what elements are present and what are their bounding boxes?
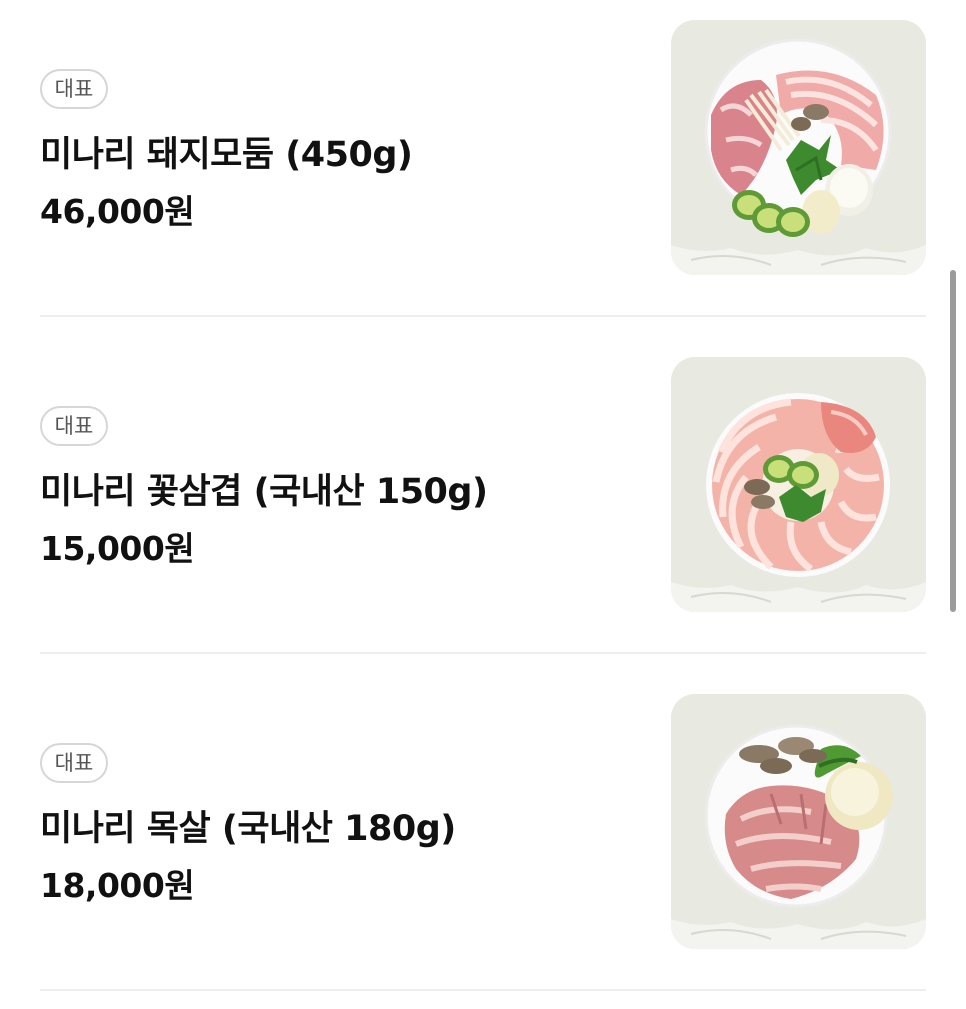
representative-badge: 대표	[40, 406, 108, 446]
menu-item-price: 15,000원	[40, 529, 195, 568]
menu-item-name: 미나리 돼지모둠 (450g)	[40, 135, 413, 175]
representative-badge: 대표	[40, 69, 108, 109]
menu-item-pork-neck[interactable]: 대표 미나리 목살 (국내산 180g) 18,000원	[40, 694, 926, 950]
scrollbar[interactable]	[950, 270, 956, 612]
pork-neck-platter-image	[671, 694, 926, 949]
menu-item-image[interactable]	[671, 694, 926, 949]
pork-belly-platter-image	[671, 357, 926, 612]
menu-item-price: 18,000원	[40, 866, 195, 905]
menu-item-image[interactable]	[671, 357, 926, 612]
menu-item-name: 미나리 꽃삼겹 (국내산 150g)	[40, 472, 488, 512]
menu-list: 대표 미나리 돼지모둠 (450g) 46,000원 대표 미나리 꽃삼겹 (국…	[0, 0, 966, 1009]
menu-item-image[interactable]	[671, 20, 926, 275]
menu-item-name: 미나리 목살 (국내산 180g)	[40, 809, 456, 849]
item-divider	[40, 989, 926, 991]
item-divider	[40, 652, 926, 654]
pork-assortment-platter-image	[671, 20, 926, 275]
menu-item-pork-assortment[interactable]: 대표 미나리 돼지모둠 (450g) 46,000원	[40, 20, 926, 276]
menu-item-price: 46,000원	[40, 192, 195, 231]
item-divider	[40, 315, 926, 317]
menu-item-pork-belly[interactable]: 대표 미나리 꽃삼겹 (국내산 150g) 15,000원	[40, 357, 926, 613]
representative-badge: 대표	[40, 743, 108, 783]
